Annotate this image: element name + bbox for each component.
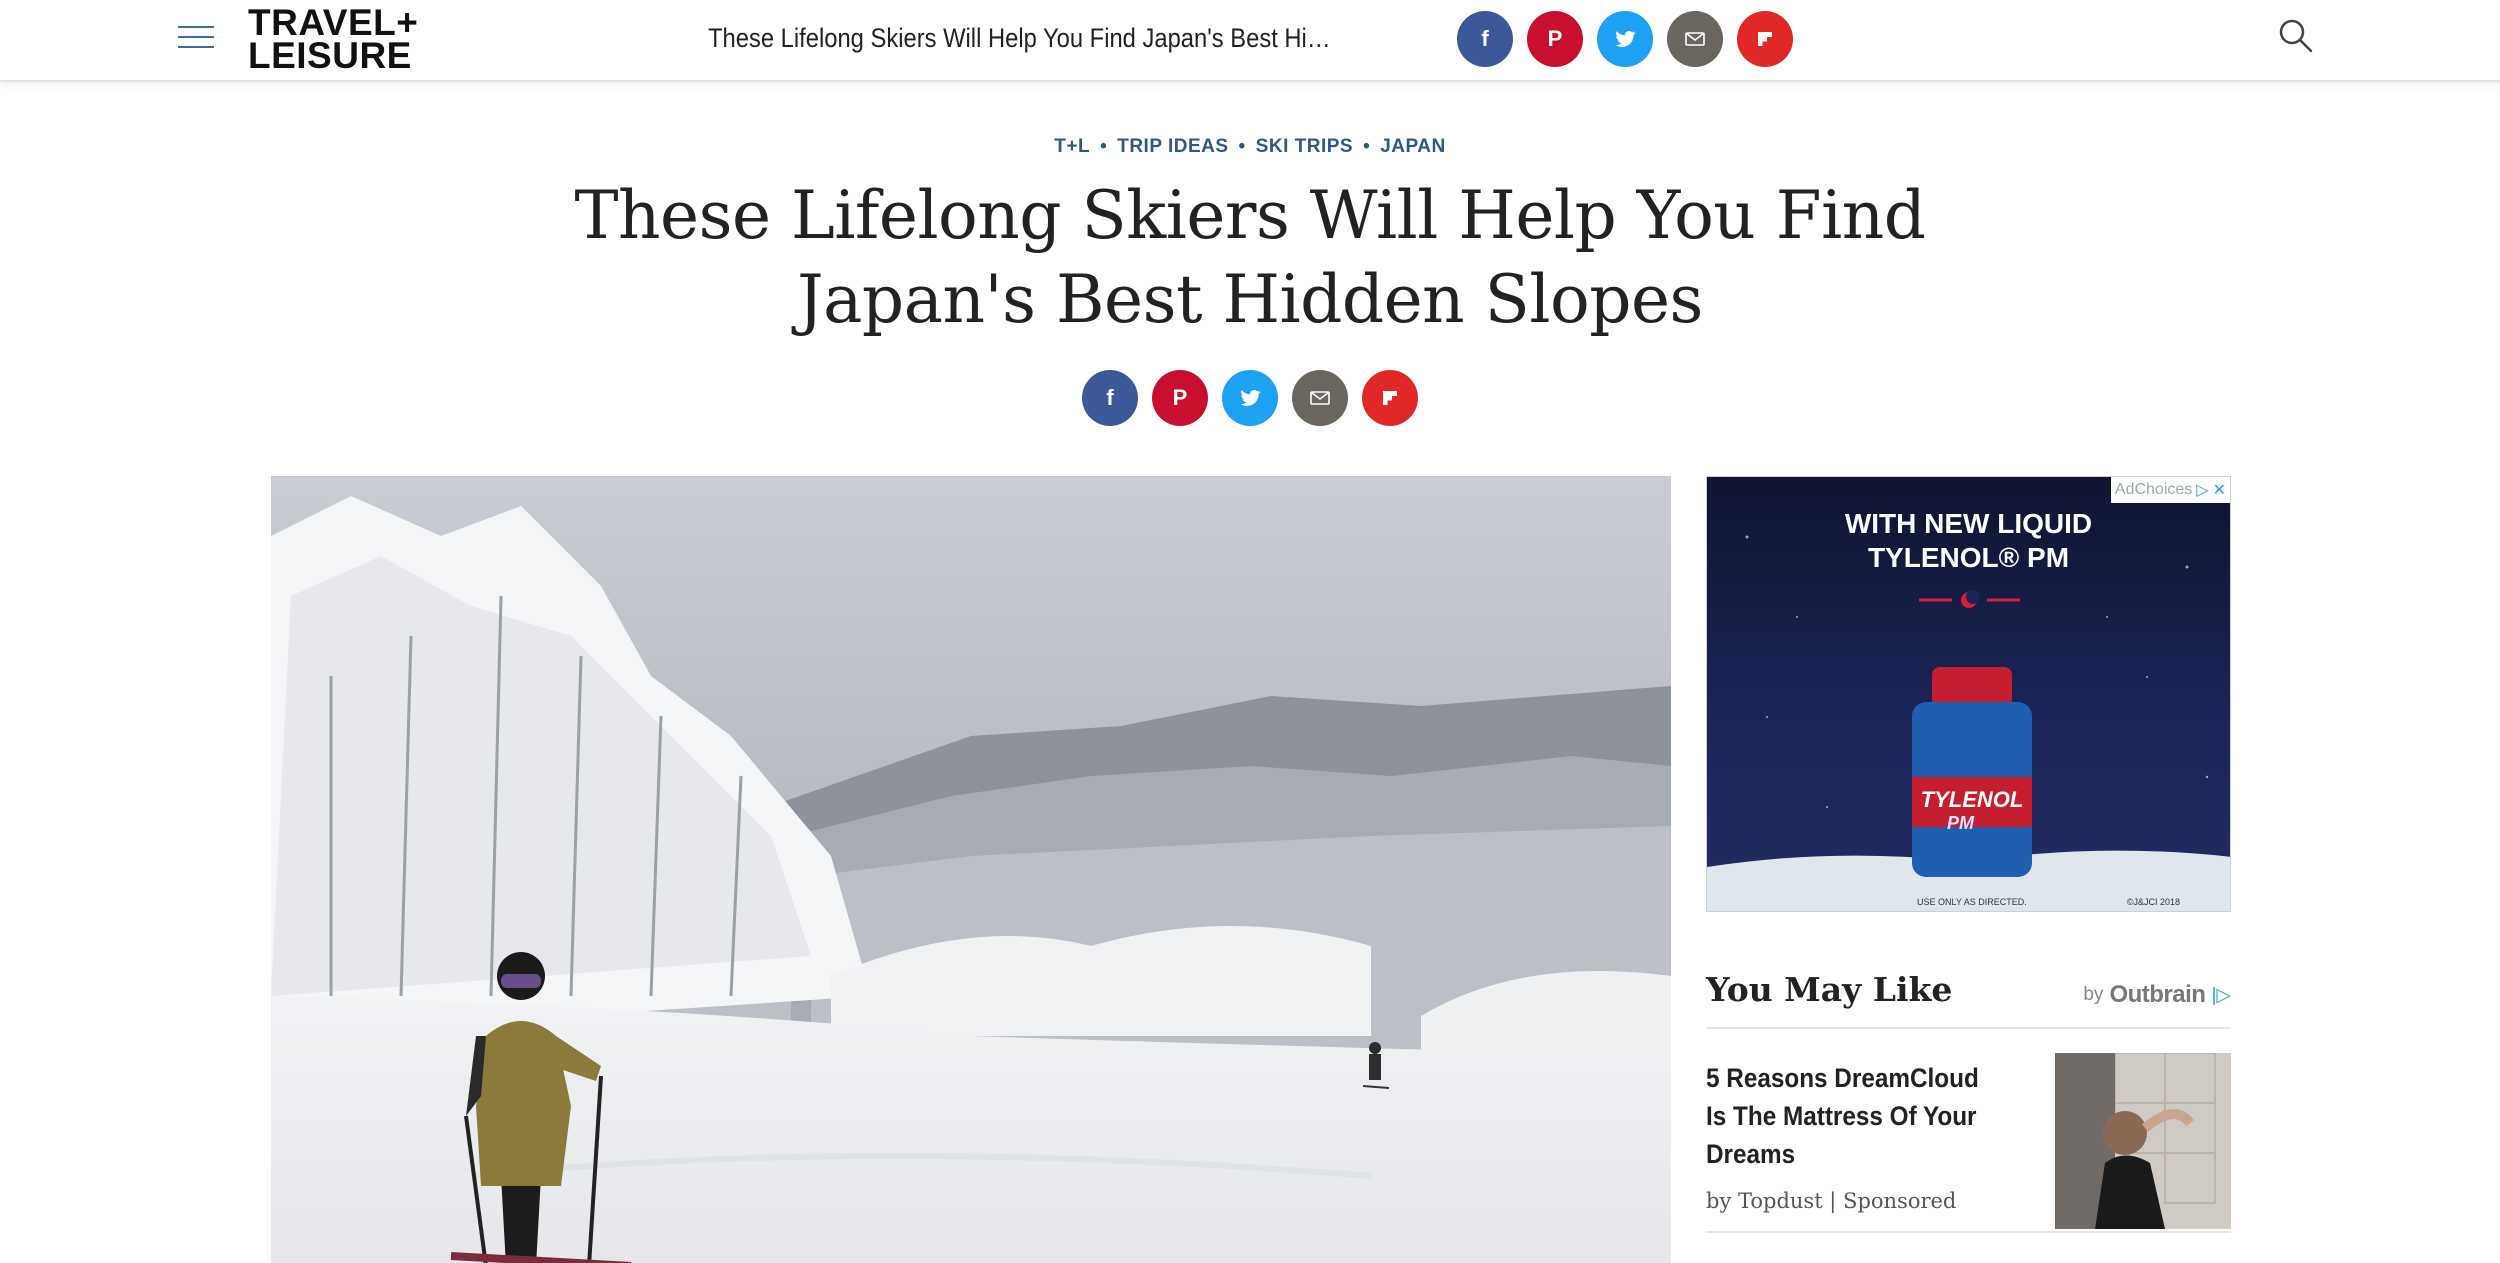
pinterest-share-button[interactable]: P xyxy=(1152,370,1208,426)
twitter-share-button[interactable] xyxy=(1597,11,1653,67)
ad-brand-text: TYLENOL xyxy=(1921,787,2024,812)
twitter-icon xyxy=(1240,389,1261,406)
you-may-like-header: You May Like by Outbrain |▷ xyxy=(1706,970,2231,1029)
flipboard-share-button[interactable] xyxy=(1737,11,1793,67)
article-share-buttons: f P xyxy=(1082,370,1418,426)
you-may-like-title: You May Like xyxy=(1706,970,1953,1009)
email-share-button[interactable] xyxy=(1292,370,1348,426)
by-label: by xyxy=(2083,984,2104,1005)
search-icon[interactable] xyxy=(2276,16,2316,56)
breadcrumb-item[interactable]: SKI TRIPS xyxy=(1256,136,1353,157)
breadcrumb-item[interactable]: TRIP IDEAS xyxy=(1117,136,1228,157)
ad-footer: USE ONLY AS DIRECTED. ©J&JCI 2018 xyxy=(1707,897,2230,907)
article-headline: These Lifelong Skiers Will Help You Find… xyxy=(574,177,1926,338)
pinterest-share-button[interactable]: P xyxy=(1527,11,1583,67)
breadcrumb: T+L • TRIP IDEAS • SKI TRIPS • JAPAN xyxy=(1054,136,1446,157)
ad-copyright: ©J&JCI 2018 xyxy=(2126,897,2180,907)
outbrain-attribution[interactable]: by Outbrain |▷ xyxy=(2083,981,2231,1009)
facebook-share-button[interactable]: f xyxy=(1457,11,1513,67)
flipboard-share-button[interactable] xyxy=(1362,370,1418,426)
you-may-like-widget: You May Like by Outbrain |▷ 5 Reasons Dr… xyxy=(1706,970,2231,1233)
flipboard-icon xyxy=(1758,32,1772,46)
header-share-buttons: f P xyxy=(1457,11,1793,67)
adchoices-icon: |▷ xyxy=(2211,984,2231,1006)
ad-disclaimer: USE ONLY AS DIRECTED. xyxy=(1917,897,2027,907)
logo-line-2: LEISURE xyxy=(248,35,412,76)
top-navigation-bar: TRAVEL+ LEISURE These Lifelong Skiers Wi… xyxy=(0,0,2500,82)
site-logo[interactable]: TRAVEL+ LEISURE xyxy=(248,4,418,76)
pinterest-icon: P xyxy=(1172,385,1188,410)
ad-brand-sub: PM xyxy=(1947,813,1975,833)
envelope-icon xyxy=(1685,32,1705,46)
pinterest-icon: P xyxy=(1547,26,1563,51)
facebook-share-button[interactable]: f xyxy=(1082,370,1138,426)
facebook-icon: f xyxy=(1481,26,1489,51)
recommendation-title[interactable]: 5 Reasons DreamCloud Is The Mattress Of … xyxy=(1706,1059,1994,1173)
menu-icon[interactable] xyxy=(178,26,214,52)
breadcrumb-item[interactable]: JAPAN xyxy=(1380,136,1446,157)
recommendation-meta: by Topdust | Sponsored xyxy=(1706,1189,1957,1213)
envelope-icon xyxy=(1310,391,1330,405)
advertisement[interactable]: AdChoices ▷ ✕ WITH NEW LIQUID TYLENOL® P… xyxy=(1706,476,2231,912)
header-article-title: These Lifelong Skiers Will Help You Find… xyxy=(708,23,1344,53)
twitter-share-button[interactable] xyxy=(1222,370,1278,426)
recommendation-thumbnail[interactable] xyxy=(2055,1053,2231,1229)
twitter-icon xyxy=(1615,30,1636,47)
list-item[interactable]: 5 Reasons DreamCloud Is The Mattress Of … xyxy=(1706,1053,2231,1233)
email-share-button[interactable] xyxy=(1667,11,1723,67)
ski-slope-photo xyxy=(271,476,1671,1263)
breadcrumb-item[interactable]: T+L xyxy=(1054,136,1090,157)
flipboard-icon xyxy=(1383,391,1397,405)
hero-image xyxy=(271,476,1671,1263)
facebook-icon: f xyxy=(1106,385,1114,410)
outbrain-logo: Outbrain xyxy=(2109,981,2206,1008)
ad-artwork: TYLENOL PM xyxy=(1707,535,2230,911)
